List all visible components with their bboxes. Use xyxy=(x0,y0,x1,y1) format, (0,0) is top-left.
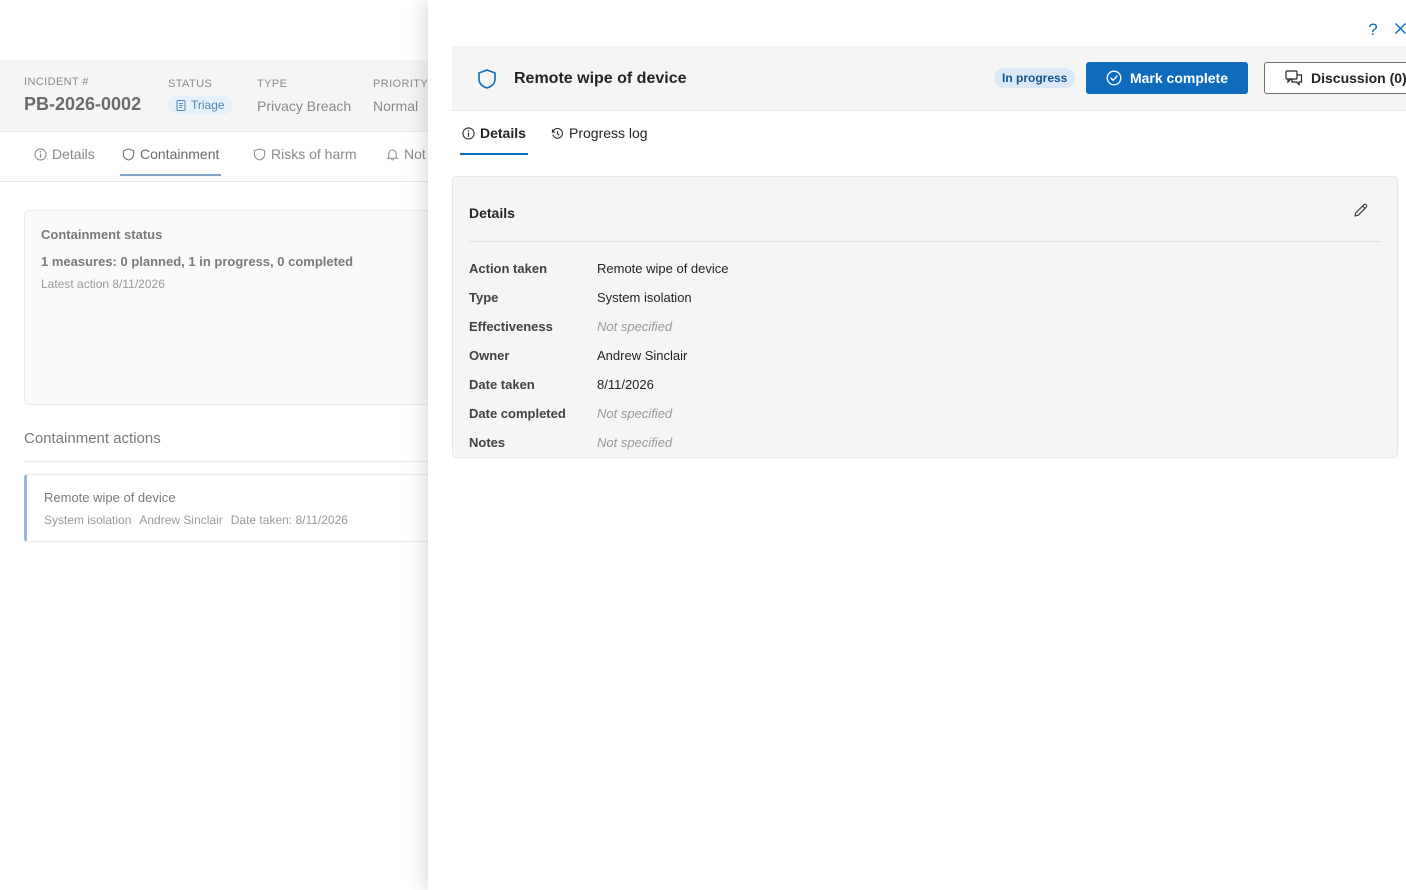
history-icon xyxy=(551,127,563,139)
containment-action-item[interactable]: Remote wipe of device System isolation A… xyxy=(24,474,454,542)
detail-label: Date taken xyxy=(469,377,535,392)
mark-complete-label: Mark complete xyxy=(1129,70,1229,86)
status-block: STATUS Triage xyxy=(168,78,233,116)
tab-progress-log[interactable]: Progress log xyxy=(551,112,648,154)
action-item-name: Remote wipe of device xyxy=(44,490,176,505)
divider xyxy=(24,461,444,462)
detail-row-effectiveness: Effectiveness Not specified xyxy=(469,312,1369,341)
tab-details-label: Details xyxy=(52,146,95,162)
info-icon xyxy=(462,126,475,140)
detail-label: Type xyxy=(469,290,499,305)
incident-number-block: INCIDENT # PB-2026-0002 xyxy=(24,76,141,115)
detail-value: Not specified xyxy=(597,435,673,450)
tab-containment-label: Containment xyxy=(140,146,220,162)
status-label: STATUS xyxy=(168,78,213,90)
close-button[interactable] xyxy=(1392,20,1406,40)
mark-complete-button[interactable]: Mark complete xyxy=(1086,62,1248,94)
divider xyxy=(469,241,1381,242)
action-item-owner: Andrew Sinclair xyxy=(139,513,223,527)
shield-icon xyxy=(253,147,266,161)
action-item-meta: System isolation Andrew Sinclair Date ta… xyxy=(44,513,436,527)
detail-value: System isolation xyxy=(597,290,692,305)
status-badge: Triage xyxy=(168,96,233,114)
pencil-icon xyxy=(1353,203,1367,217)
priority-block: PRIORITY Normal xyxy=(373,78,428,114)
detail-row-owner: Owner Andrew Sinclair xyxy=(469,341,1369,370)
shield-icon xyxy=(478,69,496,89)
status-badge: In progress xyxy=(994,68,1076,88)
containment-latest-action: Latest action 8/11/2026 xyxy=(41,277,165,291)
discussion-label: Discussion (0) xyxy=(1311,70,1406,86)
incident-number-label: INCIDENT # xyxy=(24,76,89,88)
detail-label: Notes xyxy=(469,435,506,450)
tab-progress-log-label: Progress log xyxy=(569,125,648,141)
type-label: TYPE xyxy=(257,78,288,90)
detail-row-type: Type System isolation xyxy=(469,283,1369,312)
detail-row-date-completed: Date completed Not specified xyxy=(469,399,1369,428)
details-card-title: Details xyxy=(469,205,515,221)
bell-icon xyxy=(386,149,399,160)
tab-notifications-label: Not xyxy=(404,146,426,162)
panel-title: Remote wipe of device xyxy=(514,70,687,87)
check-circle-icon xyxy=(1106,70,1122,86)
priority-label: PRIORITY xyxy=(373,78,429,90)
detail-label: Owner xyxy=(469,348,510,363)
tab-notifications[interactable]: Not xyxy=(386,132,426,176)
type-value: Privacy Breach xyxy=(257,98,352,114)
action-item-type: System isolation xyxy=(44,513,132,527)
priority-value: Normal xyxy=(373,98,419,114)
action-detail-panel: ? Remote wipe of device In progress Mark… xyxy=(428,0,1406,890)
close-icon xyxy=(1394,23,1406,34)
tab-details[interactable]: Details xyxy=(34,132,95,176)
detail-row-action-taken: Action taken Remote wipe of device xyxy=(469,254,1369,283)
chat-icon xyxy=(1285,70,1303,86)
detail-label: Effectiveness xyxy=(469,319,553,334)
detail-value: Not specified xyxy=(597,406,673,421)
info-icon xyxy=(34,147,47,161)
tab-panel-details[interactable]: Details xyxy=(460,112,528,155)
details-card: Details Action taken Remote wipe of devi… xyxy=(452,176,1398,458)
detail-value: Andrew Sinclair xyxy=(597,348,688,363)
panel-header: Remote wipe of device In progress Mark c… xyxy=(452,46,1406,111)
detail-row-notes: Notes Not specified xyxy=(469,428,1369,457)
tab-containment[interactable]: Containment xyxy=(119,132,222,176)
detail-label: Date completed xyxy=(469,406,566,421)
containment-status-card: Containment status 1 measures: 0 planned… xyxy=(24,210,454,405)
shield-icon xyxy=(122,147,135,161)
detail-value: Not specified xyxy=(597,319,673,334)
status-value: Triage xyxy=(191,98,225,112)
detail-value: Remote wipe of device xyxy=(597,261,729,276)
containment-actions-heading: Containment actions xyxy=(24,430,161,447)
type-block: TYPE Privacy Breach xyxy=(257,78,351,114)
containment-status-title: Containment status xyxy=(41,227,163,242)
discussion-button[interactable]: Discussion (0) xyxy=(1264,62,1406,94)
details-rows: Action taken Remote wipe of device Type … xyxy=(469,254,1369,457)
detail-row-date-taken: Date taken 8/11/2026 xyxy=(469,370,1369,399)
incident-number: PB-2026-0002 xyxy=(24,94,142,114)
detail-label: Action taken xyxy=(469,261,548,276)
edit-button[interactable] xyxy=(1349,201,1371,223)
tab-panel-details-label: Details xyxy=(480,125,526,141)
help-button[interactable]: ? xyxy=(1364,20,1382,40)
tab-risks-label: Risks of harm xyxy=(271,146,357,162)
detail-value: 8/11/2026 xyxy=(597,377,654,392)
document-icon xyxy=(176,99,186,111)
tab-risks-of-harm[interactable]: Risks of harm xyxy=(253,132,357,176)
containment-status-summary: 1 measures: 0 planned, 1 in progress, 0 … xyxy=(41,254,354,269)
action-item-date: Date taken: 8/11/2026 xyxy=(230,513,348,527)
